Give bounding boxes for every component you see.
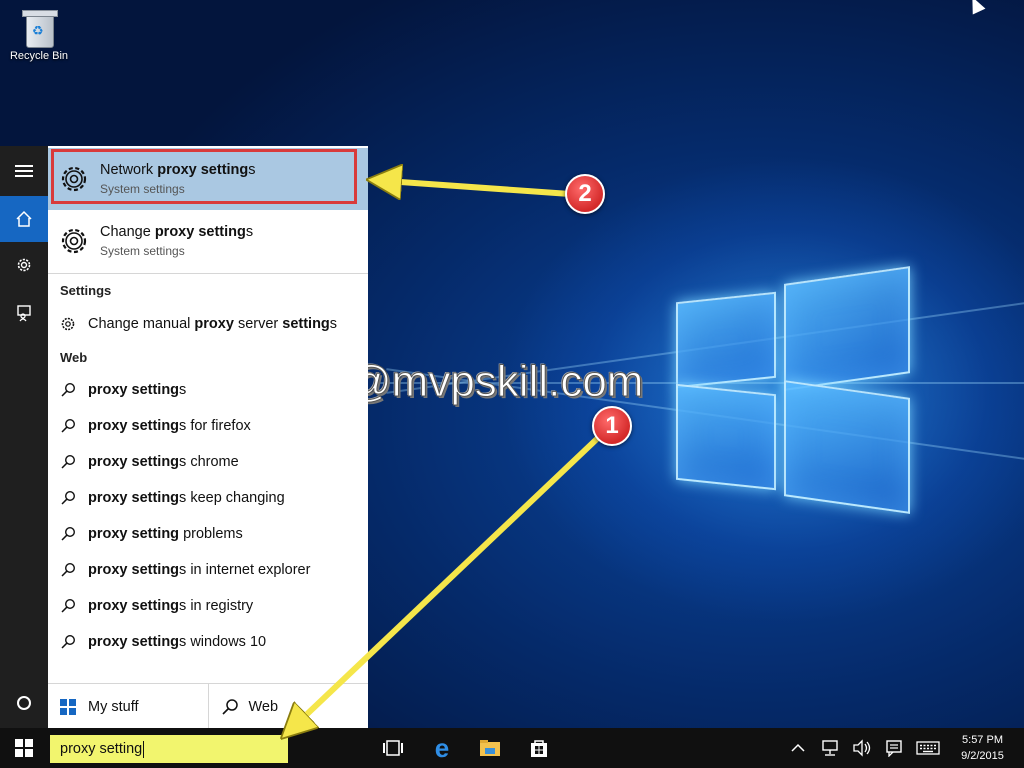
result-title: Network proxy settings xyxy=(100,162,256,178)
gear-icon xyxy=(48,163,100,195)
search-results-panel: Network proxy settings System settings C… xyxy=(48,146,368,729)
windows-start-icon[interactable] xyxy=(0,728,48,768)
tab-web-label: Web xyxy=(248,698,279,715)
section-label-web: Web xyxy=(60,350,88,365)
store-icon[interactable] xyxy=(527,736,551,760)
volume-icon[interactable] xyxy=(850,736,874,760)
chevron-up-icon[interactable] xyxy=(786,736,810,760)
web-suggestion-item[interactable]: proxy setting problems xyxy=(48,518,368,550)
taskbar: proxy setting e 5:57 PM 9/2/2015 xyxy=(0,728,1024,768)
result-change-manual-proxy[interactable]: Change manual proxy server settings xyxy=(48,308,368,340)
feedback-icon[interactable] xyxy=(0,290,48,336)
search-icon xyxy=(48,382,88,398)
web-suggestion-item[interactable]: proxy settings windows 10 xyxy=(48,626,368,658)
gear-icon[interactable] xyxy=(0,242,48,288)
home-icon[interactable] xyxy=(0,196,48,242)
web-suggestion-item[interactable]: proxy settings for firefox xyxy=(48,410,368,442)
step-2-badge: 2 xyxy=(565,174,605,214)
file-explorer-icon[interactable] xyxy=(478,736,502,760)
recycle-bin-label: Recycle Bin xyxy=(9,50,69,62)
search-icon xyxy=(48,418,88,434)
recycle-bin-icon: ♻ xyxy=(22,10,58,48)
section-label-settings: Settings xyxy=(60,283,112,298)
cortana-icon[interactable] xyxy=(0,680,48,726)
web-suggestion-item[interactable]: proxy settings keep changing xyxy=(48,482,368,514)
web-suggestion-item[interactable]: proxy settings chrome xyxy=(48,446,368,478)
best-match-network-proxy-settings[interactable]: Network proxy settings System settings xyxy=(48,148,368,210)
edge-icon[interactable]: e xyxy=(430,735,454,761)
keyboard-icon[interactable] xyxy=(916,736,940,760)
search-icon xyxy=(48,454,88,470)
clock-time: 5:57 PM xyxy=(962,734,1003,746)
watermark-text: @mvpskill.com xyxy=(346,357,644,407)
gear-icon xyxy=(48,225,100,257)
web-suggestion-item[interactable]: proxy settings in registry xyxy=(48,590,368,622)
result-subtitle: System settings xyxy=(100,244,185,258)
search-scope-tabs: My stuff Web xyxy=(48,683,368,729)
search-icon xyxy=(48,490,88,506)
divider xyxy=(48,273,368,274)
search-query-text: proxy setting xyxy=(60,741,143,757)
search-icon xyxy=(48,526,88,542)
search-icon xyxy=(221,698,238,715)
recycle-bin-shortcut[interactable]: ♻ Recycle Bin xyxy=(6,8,72,62)
notification-icon[interactable] xyxy=(882,736,906,760)
tab-my-stuff[interactable]: My stuff xyxy=(48,684,208,729)
start-rail xyxy=(0,146,48,728)
search-icon xyxy=(48,598,88,614)
search-icon xyxy=(48,634,88,650)
gear-icon xyxy=(48,316,88,332)
tab-my-stuff-label: My stuff xyxy=(88,698,139,715)
web-suggestion-item[interactable]: proxy settings xyxy=(48,374,368,406)
taskbar-search-input[interactable]: proxy setting xyxy=(50,735,288,763)
clock-date: 9/2/2015 xyxy=(961,750,1004,762)
tab-web[interactable]: Web xyxy=(207,684,369,729)
result-change-proxy-settings[interactable]: Change proxy settings System settings xyxy=(48,210,368,272)
system-clock[interactable]: 5:57 PM 9/2/2015 xyxy=(955,732,1010,764)
windows-logo-icon xyxy=(60,698,76,715)
network-icon[interactable] xyxy=(818,736,842,760)
step-1-badge: 1 xyxy=(592,406,632,446)
web-suggestion-item[interactable]: proxy settings in internet explorer xyxy=(48,554,368,586)
hamburger-icon[interactable] xyxy=(0,148,48,194)
result-subtitle: System settings xyxy=(100,182,185,196)
task-view-icon[interactable] xyxy=(381,736,405,760)
search-icon xyxy=(48,562,88,578)
result-title: Change proxy settings xyxy=(100,224,254,240)
